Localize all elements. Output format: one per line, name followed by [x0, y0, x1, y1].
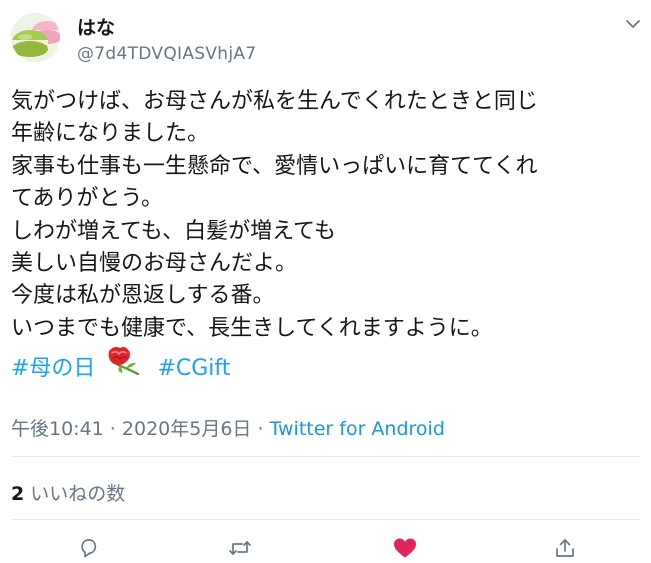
tweet-text-line: 年齢になりました。 — [11, 121, 210, 147]
retweet-icon — [229, 541, 251, 555]
chevron-down-icon — [626, 19, 640, 28]
carnation-icon — [106, 345, 142, 376]
share-button[interactable] — [552, 535, 578, 561]
tweet-time[interactable]: 午後10:41 — [11, 418, 104, 440]
tweet-text: 気がつけば、お母さんが私を生んでくれたときと同じ 年齢になりました。 家事も仕事… — [11, 86, 639, 386]
likes-label: いいねの数 — [30, 483, 126, 505]
tweet-text-line: 気がつけば、お母さんが私を生んでくれたときと同じ — [11, 89, 538, 114]
macaron-avatar-icon — [11, 13, 60, 62]
likes-count: 2 — [11, 483, 25, 505]
user-handle[interactable]: @7d4TDVQIASVhjA7 — [77, 44, 256, 64]
heart-icon — [394, 538, 416, 558]
meta-separator: · — [251, 418, 270, 440]
likes-stat[interactable]: 2 いいねの数 — [11, 479, 125, 506]
tweet-text-line: 美しい自慢のお母さんだよ。 — [11, 251, 298, 277]
meta-separator: · — [103, 418, 122, 440]
hashtag-line: #母の日 #CGift — [11, 345, 639, 385]
tweet-card: はな @7d4TDVQIASVhjA7 気がつけば、お母さんが私を生んでくれたと… — [0, 0, 651, 563]
hashtag-cgift[interactable]: #CGift — [157, 356, 230, 381]
share-icon — [556, 539, 574, 557]
tweet-text-line: いつまでも健康で、長生きしてくれますように。 — [11, 315, 493, 341]
hashtag-mothers-day[interactable]: #母の日 — [11, 356, 95, 381]
display-name[interactable]: はな — [77, 13, 115, 40]
tweet-text-line: 今度は私が恩返しする番。 — [11, 283, 275, 309]
tweet-meta: 午後10:41 · 2020年5月6日 · Twitter for Androi… — [11, 414, 445, 441]
tweet-text-line: 家事も仕事も一生懸命で、愛情いっぱいに育ててくれ — [11, 153, 538, 179]
retweet-button[interactable] — [227, 535, 253, 561]
like-button[interactable] — [392, 535, 418, 561]
reply-button[interactable] — [76, 535, 102, 561]
avatar[interactable] — [11, 13, 60, 62]
more-options-caret[interactable] — [622, 14, 644, 34]
divider — [11, 519, 640, 520]
tweet-text-line: しわが増えても、白髪が増えても — [11, 218, 336, 244]
tweet-text-line: てありがとう。 — [11, 186, 164, 212]
reply-icon — [81, 539, 97, 558]
tweet-source-link[interactable]: Twitter for Android — [270, 418, 445, 440]
tweet-date[interactable]: 2020年5月6日 — [122, 418, 252, 440]
divider — [11, 456, 640, 457]
